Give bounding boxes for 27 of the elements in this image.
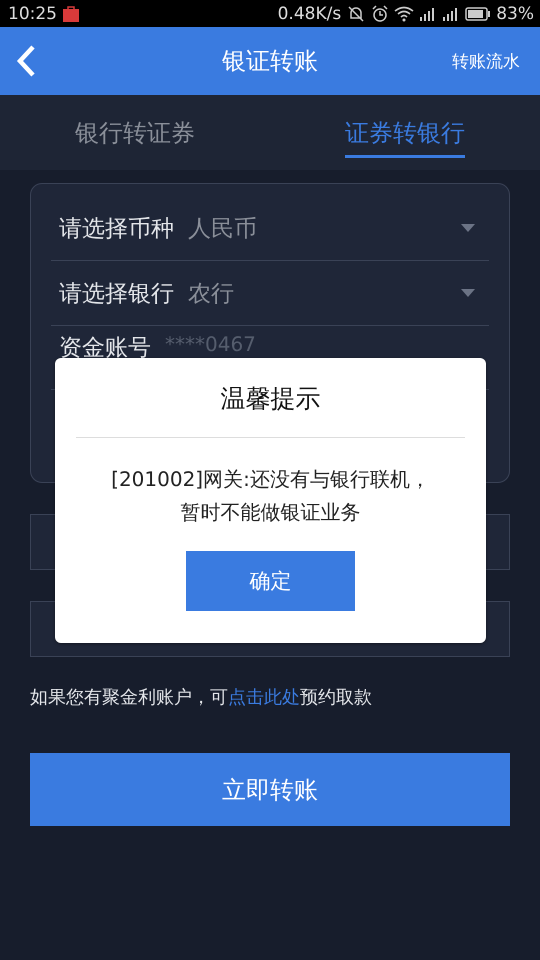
field-label: 请选择银行 (59, 280, 174, 308)
alarm-icon (371, 4, 390, 22)
dropdown-value[interactable]: 人民币 (188, 212, 257, 244)
network-speed: 0.48K/s (278, 4, 342, 24)
tab[interactable]: 证券转银行 (270, 95, 540, 170)
tab[interactable]: 银行转证券 (0, 95, 270, 170)
confirm-button[interactable]: 确定 (186, 551, 355, 611)
note-text: 如果您有聚金利账户，可点击此处预约取款 (30, 686, 373, 709)
dialog-message: [201002]网关:还没有与银行联机，暂时不能做银证业务 (110, 466, 431, 526)
page-title: 银证转账 (221, 46, 319, 77)
reserve-link[interactable]: 点击此处 (228, 687, 300, 708)
back-icon (16, 45, 36, 77)
caret-icon[interactable] (461, 224, 475, 232)
field-label: 资金账号 (59, 334, 151, 363)
battery-icon (465, 6, 492, 20)
mute-icon (346, 4, 366, 22)
shopping-bag-icon (62, 4, 80, 22)
dropdown-value[interactable]: 农行 (188, 278, 234, 308)
dialog-title: 温馨提示 (220, 383, 320, 415)
caret-icon[interactable] (461, 289, 475, 297)
history-link[interactable]: 转账流水 (452, 50, 520, 72)
status-time: 10:25 (8, 4, 57, 24)
battery-percent: 83% (496, 4, 534, 24)
back-button[interactable] (16, 45, 36, 77)
field-label: 请选择币种 (59, 214, 174, 244)
transfer-button[interactable]: 立即转账 (30, 753, 510, 826)
wifi-icon (394, 6, 414, 22)
